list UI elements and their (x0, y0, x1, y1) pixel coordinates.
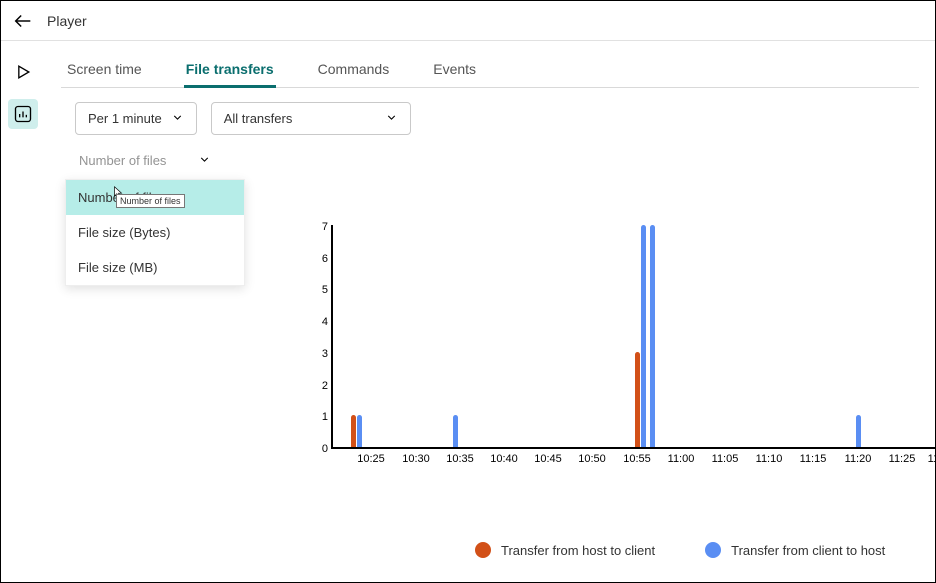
metric-select[interactable]: Number of files (75, 145, 219, 176)
legend-swatch-orange (475, 542, 491, 558)
left-rail (1, 41, 45, 582)
back-button[interactable] (9, 7, 37, 35)
chart-area: 01234567 10:2510:3010:3510:4010:4510:501… (309, 225, 936, 495)
legend-swatch-blue (705, 542, 721, 558)
plot-region (331, 225, 936, 449)
tooltip: Number of files (116, 194, 185, 208)
x-tick: 11:05 (712, 453, 739, 465)
y-tick: 6 (308, 253, 328, 265)
x-tick: 10:30 (402, 453, 430, 465)
interval-select[interactable]: Per 1 minute (75, 102, 197, 135)
bar-orange (635, 352, 640, 447)
x-tick: 10:55 (623, 453, 651, 465)
bar-blue (650, 225, 655, 447)
x-tick: 11:15 (800, 453, 827, 465)
bar-blue (453, 415, 458, 447)
chart-legend: Transfer from host to client Transfer fr… (475, 542, 885, 558)
rail-analytics-button[interactable] (8, 99, 38, 129)
y-tick: 1 (308, 411, 328, 423)
y-tick: 4 (308, 316, 328, 328)
metric-option[interactable]: File size (MB) (66, 250, 244, 285)
x-tick: 10:35 (446, 453, 474, 465)
top-bar: Player (1, 1, 935, 41)
back-arrow-icon (12, 10, 34, 32)
bar-blue (357, 415, 362, 447)
metric-dropdown: Number of filesNumber of filesFile size … (65, 179, 245, 286)
metric-option[interactable]: File size (Bytes) (66, 215, 244, 250)
legend-item-host-to-client: Transfer from host to client (475, 542, 655, 558)
bar-chart-icon (13, 104, 33, 124)
x-tick: 11:25 (889, 453, 916, 465)
x-tick: 11:10 (756, 453, 783, 465)
tab-commands[interactable]: Commands (316, 51, 392, 87)
x-tick: 11:20 (845, 453, 872, 465)
chevron-down-icon (198, 153, 211, 169)
interval-select-label: Per 1 minute (88, 111, 162, 126)
y-tick: 7 (308, 221, 328, 233)
legend-item-client-to-host: Transfer from client to host (705, 542, 885, 558)
y-tick: 2 (308, 380, 328, 392)
rail-play-button[interactable] (8, 57, 38, 87)
filter-select-label: All transfers (224, 111, 293, 126)
y-tick: 0 (308, 443, 328, 455)
tabs: Screen time File transfers Commands Events (61, 51, 919, 88)
y-tick: 3 (308, 348, 328, 360)
legend-label: Transfer from host to client (501, 543, 655, 558)
x-tick: 11:30 (928, 453, 936, 465)
bar-blue (641, 225, 646, 447)
tab-events[interactable]: Events (431, 51, 478, 87)
metric-select-label: Number of files (79, 153, 166, 168)
app-window: Player Screen time File transfers Commands… (0, 0, 936, 583)
x-tick: 11:00 (668, 453, 695, 465)
main-panel: Screen timeFile transfersCommandsEvents … (45, 41, 935, 582)
filter-select[interactable]: All transfers (211, 102, 411, 135)
x-tick: 10:50 (578, 453, 606, 465)
bar-blue (856, 415, 861, 447)
legend-label: Transfer from client to host (731, 543, 885, 558)
y-axis: 01234567 (309, 225, 331, 449)
bar-chart: 01234567 10:2510:3010:3510:4010:4510:501… (309, 225, 936, 455)
x-tick: 10:25 (357, 453, 385, 465)
page-title: Player (47, 13, 87, 29)
x-tick: 10:40 (490, 453, 518, 465)
y-tick: 5 (308, 284, 328, 296)
tab-screen-time[interactable]: Screen time (65, 51, 144, 87)
tab-file-transfers[interactable]: File transfers (184, 51, 276, 87)
metric-option[interactable]: Number of filesNumber of files (66, 180, 244, 215)
chevron-down-icon (171, 111, 184, 127)
chevron-down-icon (385, 111, 398, 127)
bar-orange (351, 415, 356, 447)
play-icon (13, 62, 33, 82)
x-tick: 10:45 (534, 453, 562, 465)
